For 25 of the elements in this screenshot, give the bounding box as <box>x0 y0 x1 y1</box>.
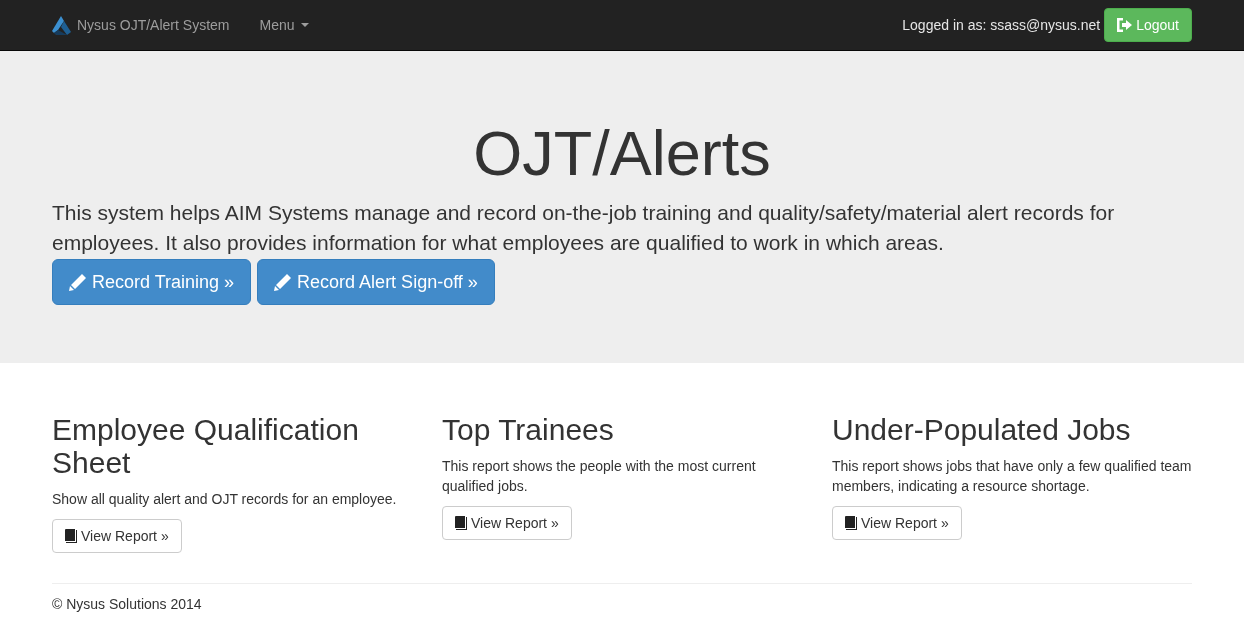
record-button[interactable]: Record Alert Sign-off » <box>257 259 495 305</box>
logo-icon <box>52 15 71 35</box>
book-icon <box>845 516 857 530</box>
report-title: Top Trainees <box>442 413 614 446</box>
view-report-button[interactable]: View Report » <box>442 506 572 540</box>
report-description: This report shows the people with the most current qualified jobs. <box>442 457 757 496</box>
brand-link[interactable]: Nysus OJT/Alert System <box>37 0 245 50</box>
book-icon <box>455 516 467 530</box>
report-description: This report shows jobs that have only a few qualified team members, indicating a resource shortage. <box>832 457 1192 496</box>
view-report-button[interactable]: View Report » <box>832 506 962 540</box>
hero-description: This system helps AIM Systems manage and record on-the-job training and quality/safety/material alert records for employees. It also provides information for what employees are qualified to work in which areas. <box>52 200 1116 256</box>
record-button[interactable]: Record Training » <box>52 259 252 305</box>
report-title: Employee Qualification Sheet <box>52 413 360 479</box>
logged-in-user-text: Logged in as: ssass@nysus.net <box>902 16 1101 35</box>
book-icon <box>65 529 77 543</box>
logout-icon <box>1117 18 1133 32</box>
view-report-button[interactable]: View Report » <box>52 519 182 553</box>
caret-icon <box>300 23 309 27</box>
menu-dropdown[interactable]: Menu <box>244 0 324 50</box>
pencil-icon <box>69 273 86 291</box>
report-description: Show all quality alert and OJT records for an employee. <box>52 490 397 509</box>
footer-copyright: © Nysus Solutions 2014 <box>52 595 203 614</box>
report-title: Under-Populated Jobs <box>832 413 1131 446</box>
hero-title: OJT/Alerts <box>472 119 772 188</box>
pencil-icon <box>274 273 292 291</box>
